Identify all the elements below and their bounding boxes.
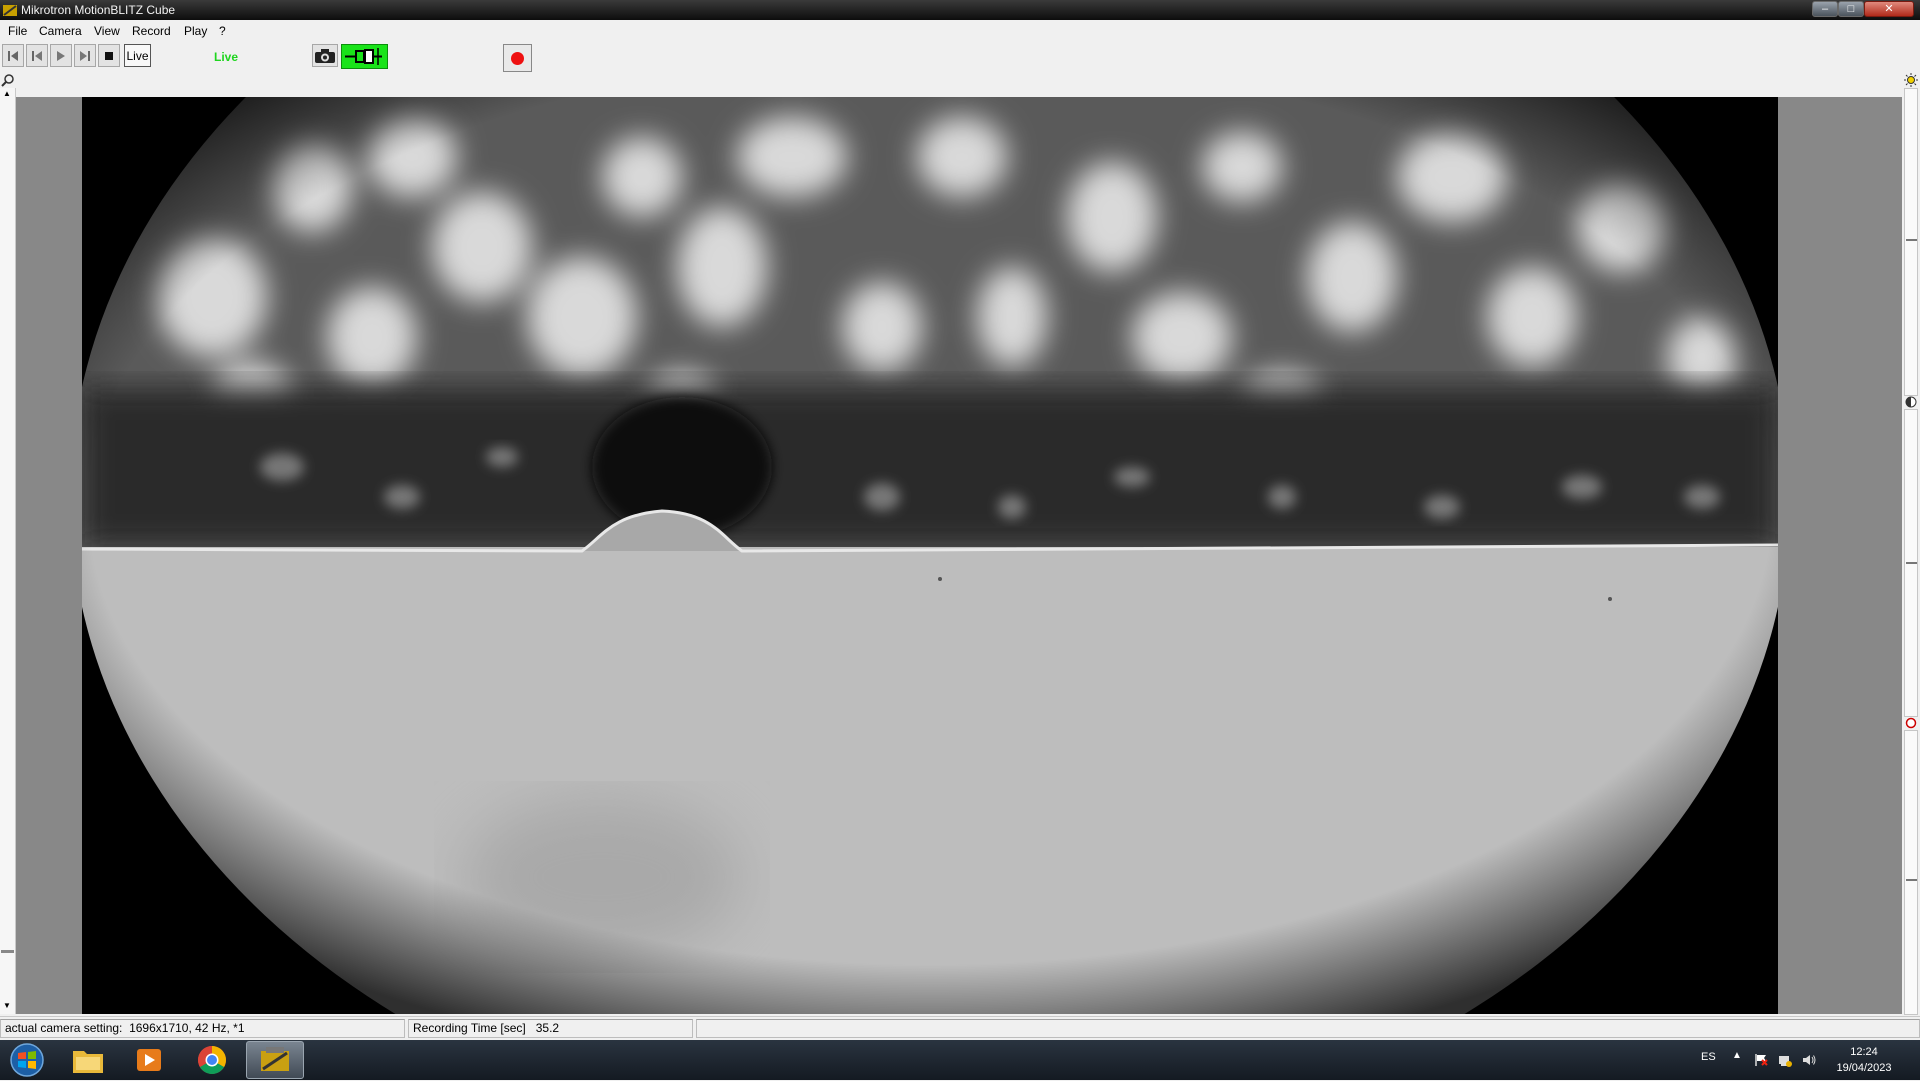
- show-hidden-icons-icon[interactable]: ▲: [1732, 1050, 1742, 1061]
- snapshot-button[interactable]: [312, 44, 338, 67]
- step-forward-icon: [80, 50, 90, 61]
- step-back-icon: [32, 50, 42, 61]
- system-clock[interactable]: 12:24 19/04/2023: [1822, 1044, 1906, 1076]
- title-bar: Mikrotron MotionBLITZ Cube – □ ✕: [0, 0, 1920, 20]
- stop-icon: [105, 51, 113, 60]
- contrast-icon: [1905, 396, 1917, 408]
- minimize-button[interactable]: –: [1812, 1, 1838, 17]
- camera-icon: [315, 48, 335, 63]
- menu-help[interactable]: ?: [219, 24, 226, 38]
- maximize-button[interactable]: □: [1838, 1, 1864, 17]
- clock-date: 19/04/2023: [1836, 1062, 1892, 1074]
- media-player-icon: [137, 1049, 161, 1071]
- taskbar: ES ▲ 12:24 19/04/2023: [0, 1040, 1920, 1080]
- menu-file[interactable]: File: [8, 24, 27, 38]
- task-file-explorer[interactable]: [60, 1041, 116, 1079]
- task-motionblitz[interactable]: [246, 1041, 304, 1079]
- record-icon: [511, 52, 524, 65]
- start-orb-icon: [10, 1043, 44, 1077]
- record-button[interactable]: [503, 44, 532, 72]
- gamma-icon: [1905, 717, 1917, 729]
- zoom-slider[interactable]: ▲ ▼: [0, 88, 16, 1014]
- recording-time-status: Recording Time [sec] 35.2: [408, 1019, 693, 1038]
- chrome-icon: [198, 1046, 226, 1074]
- zoom-icon[interactable]: [1, 73, 15, 87]
- step-forward-button[interactable]: [74, 44, 96, 67]
- task-chrome[interactable]: [184, 1041, 240, 1079]
- motionblitz-icon: [261, 1047, 289, 1071]
- toolbar: Live Live: [0, 40, 1920, 72]
- skip-back-icon: [8, 50, 18, 61]
- volume-icon[interactable]: [1802, 1053, 1816, 1067]
- stop-button[interactable]: [98, 44, 120, 67]
- camera-setting-value: 1696x1710, 42 Hz, *1: [129, 1021, 245, 1035]
- contrast-slider-thumb[interactable]: [1906, 562, 1917, 564]
- camera-setting-label: actual camera setting:: [5, 1021, 123, 1035]
- action-center-flag-icon[interactable]: [1754, 1053, 1768, 1067]
- camera-frame: [82, 97, 1778, 1014]
- scroll-up-icon[interactable]: ▲: [0, 90, 14, 98]
- brightness-slider-thumb[interactable]: [1906, 239, 1917, 241]
- image-adjust-panel: [1902, 73, 1920, 1015]
- menu-camera[interactable]: Camera: [39, 24, 82, 38]
- status-bar: actual camera setting: 1696x1710, 42 Hz,…: [0, 1016, 1920, 1041]
- file-explorer-icon: [73, 1051, 103, 1073]
- zoom-slider-thumb[interactable]: [1, 950, 14, 953]
- app-icon: [3, 5, 17, 16]
- recording-time-label: Recording Time [sec]: [413, 1021, 526, 1035]
- network-icon[interactable]: [1778, 1053, 1792, 1067]
- close-button[interactable]: ✕: [1864, 1, 1914, 17]
- play-icon: [57, 50, 65, 61]
- gamma-slider[interactable]: [1904, 730, 1918, 1015]
- menu-bar: File Camera View Record Play ?: [0, 21, 1920, 41]
- menu-view[interactable]: View: [94, 24, 120, 38]
- camera-setting-status: actual camera setting: 1696x1710, 42 Hz,…: [0, 1019, 405, 1038]
- task-media-player[interactable]: [121, 1041, 177, 1079]
- live-status-label: Live: [214, 50, 239, 64]
- step-back-button[interactable]: [26, 44, 48, 67]
- language-indicator[interactable]: ES: [1701, 1051, 1716, 1063]
- brightness-icon: [1904, 73, 1918, 87]
- start-button[interactable]: [7, 1042, 47, 1078]
- play-button[interactable]: [50, 44, 72, 67]
- brightness-slider[interactable]: [1904, 88, 1918, 396]
- status-empty-cell: [696, 1019, 1920, 1038]
- contrast-slider[interactable]: [1904, 409, 1918, 717]
- recording-time-value: 35.2: [535, 1021, 560, 1035]
- menu-play[interactable]: Play: [184, 24, 207, 38]
- menu-record[interactable]: Record: [132, 24, 171, 38]
- gamma-slider-thumb[interactable]: [1906, 879, 1917, 881]
- clock-time: 12:24: [1850, 1046, 1878, 1058]
- live-button[interactable]: Live: [124, 44, 151, 67]
- window-title: Mikrotron MotionBLITZ Cube: [21, 3, 176, 17]
- first-frame-button[interactable]: [2, 44, 24, 67]
- plug-connected-icon: [345, 48, 382, 65]
- camera-connect-button[interactable]: [341, 44, 388, 69]
- camera-live-image[interactable]: [82, 97, 1778, 1014]
- scroll-down-icon[interactable]: ▼: [0, 1002, 14, 1010]
